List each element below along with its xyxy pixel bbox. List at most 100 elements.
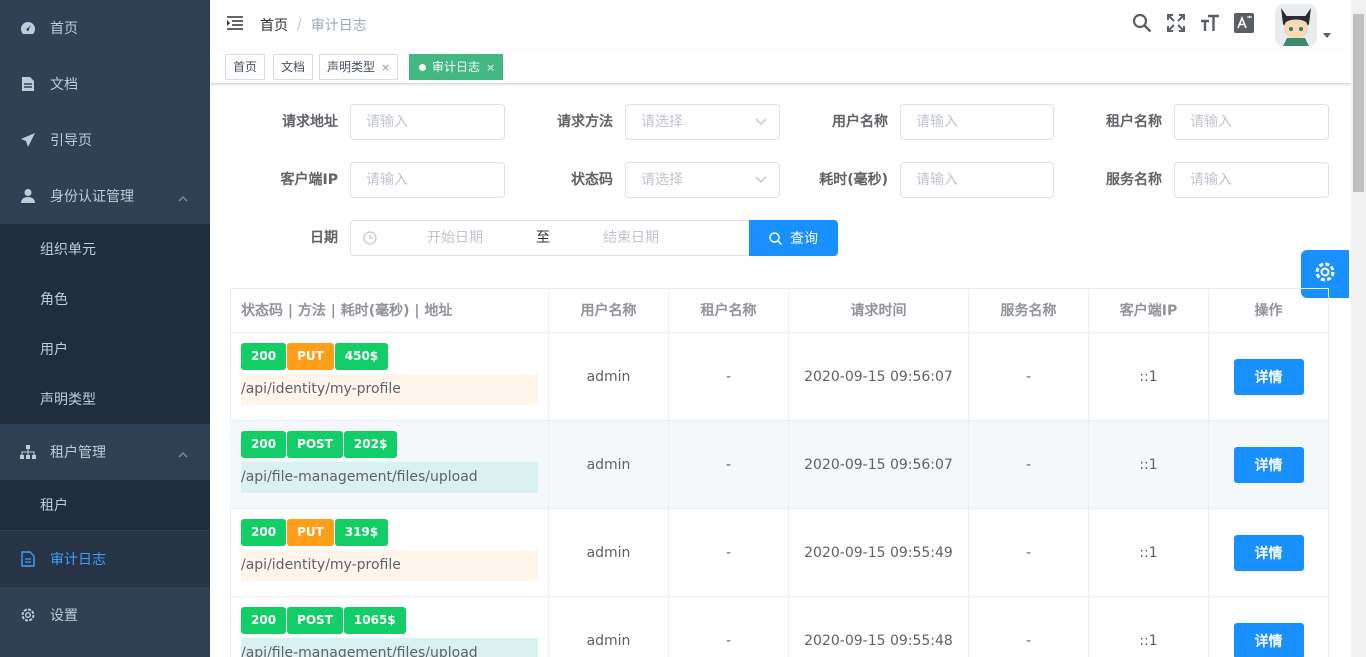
search-button[interactable]	[1125, 0, 1159, 50]
guide-icon	[20, 132, 36, 148]
method-badge: POST	[287, 607, 343, 634]
tenant-cell: -	[669, 597, 789, 657]
tag-audit-log[interactable]: 审计日志 ×	[409, 54, 504, 80]
time-cell: 2020-09-15 09:55:48	[789, 597, 969, 657]
table-row: 200 PUT 319$ /api/identity/my-profile admi…	[231, 509, 1328, 597]
tag-home[interactable]: 首页	[225, 54, 266, 80]
font-size-icon	[1200, 14, 1220, 36]
status-placeholder: 请选择	[641, 172, 683, 188]
fullscreen-button[interactable]	[1159, 0, 1193, 50]
size-select-button[interactable]	[1193, 0, 1227, 50]
user-input[interactable]: 请输入	[900, 104, 1054, 140]
caret-down-icon[interactable]	[1323, 26, 1331, 42]
end-date-input[interactable]: 结束日期	[603, 221, 659, 255]
user-cell: admin	[549, 421, 669, 509]
sidebar-item-identity[interactable]: 身份认证管理	[0, 168, 210, 224]
chevron-up-icon	[178, 446, 188, 462]
tag-docs[interactable]: 文档	[273, 54, 314, 80]
ip-input[interactable]: 请输入	[350, 162, 505, 198]
sidebar-item-home[interactable]: 首页	[0, 0, 210, 56]
breadcrumb-home[interactable]: 首页	[260, 15, 288, 35]
header-time: 请求时间	[789, 289, 969, 333]
hamburger-button[interactable]	[210, 0, 260, 50]
table-row: 200 POST 202$ /api/file-management/files/u…	[231, 421, 1328, 509]
document-icon	[20, 76, 36, 92]
ip-label: 客户端IP	[280, 172, 338, 188]
duration-badge: 1065$	[343, 607, 406, 634]
status-badge: 200	[241, 519, 287, 546]
sidebar-item-roles[interactable]: 角色	[0, 274, 210, 324]
service-placeholder: 请输入	[1190, 172, 1232, 188]
table-header: 状态码 | 方法 | 耗时(毫秒) | 地址 用户名称 租户名称 请求时间 服务…	[231, 289, 1328, 333]
sidebar-item-users[interactable]: 用户	[0, 324, 210, 374]
sidebar-item-org-units[interactable]: 组织单元	[0, 224, 210, 274]
action-cell: 详情	[1209, 333, 1328, 421]
service-cell: -	[969, 597, 1089, 657]
tag-label: 声明类型	[327, 60, 376, 74]
duration-label: 耗时(毫秒)	[819, 172, 888, 188]
service-cell: -	[969, 421, 1089, 509]
detail-button[interactable]: 详情	[1233, 359, 1304, 395]
status-method-cell: 200 PUT 450$ /api/identity/my-profile	[231, 333, 549, 421]
status-label: 状态码	[571, 172, 613, 188]
sidebar-item-settings[interactable]: 设置	[0, 587, 210, 643]
tag-label: 文档	[281, 60, 306, 74]
sidebar-item-tenants[interactable]: 租户管理	[0, 424, 210, 480]
chevron-down-icon	[755, 163, 767, 197]
tenant-cell: -	[669, 333, 789, 421]
detail-button[interactable]: 详情	[1233, 535, 1304, 571]
vertical-scrollbar[interactable]	[1351, 0, 1366, 657]
tag-claim-types[interactable]: 声明类型 ×	[319, 54, 399, 80]
sidebar-item-label: 引导页	[50, 133, 92, 149]
query-button[interactable]: 查询	[749, 220, 838, 256]
detail-button[interactable]: 详情	[1233, 447, 1304, 483]
right-menu	[1125, 0, 1351, 50]
url-input[interactable]: 请输入	[350, 104, 505, 140]
request-path: /api/identity/my-profile	[241, 374, 538, 405]
status-method-cell: 200 POST 202$ /api/file-management/files/u…	[231, 421, 549, 509]
query-label: 查询	[790, 231, 818, 247]
header-action: 操作	[1254, 303, 1283, 319]
sidebar-item-guide[interactable]: 引导页	[0, 112, 210, 168]
duration-input[interactable]: 请输入	[900, 162, 1054, 198]
date-range-picker[interactable]: 开始日期 至 结束日期	[350, 220, 750, 256]
close-icon[interactable]: ×	[381, 61, 390, 74]
user-cell: admin	[549, 597, 669, 657]
status-select[interactable]: 请选择	[625, 162, 780, 198]
sidebar-item-claim-types[interactable]: 声明类型	[0, 374, 210, 424]
duration-badge: 319$	[334, 519, 389, 546]
user-label: 用户名称	[832, 114, 888, 130]
method-select[interactable]: 请选择	[625, 104, 780, 140]
sidebar-item-label: 租户管理	[50, 445, 106, 461]
tenant-input[interactable]: 请输入	[1174, 104, 1329, 140]
avatar[interactable]	[1275, 4, 1317, 46]
tenant-submenu: 租户	[0, 480, 210, 530]
start-date-input[interactable]: 开始日期	[427, 221, 483, 255]
action-cell: 详情	[1209, 597, 1328, 657]
url-placeholder: 请输入	[366, 114, 408, 130]
service-cell: -	[969, 333, 1089, 421]
sidebar-item-audit-log[interactable]: 审计日志	[0, 531, 210, 587]
language-button[interactable]	[1227, 0, 1261, 50]
table-row: 200 PUT 450$ /api/identity/my-profile admi…	[231, 333, 1328, 421]
header-user: 用户名称	[549, 289, 669, 333]
close-icon[interactable]: ×	[486, 61, 495, 74]
log-icon	[20, 551, 36, 567]
method-placeholder: 请选择	[641, 114, 683, 130]
sidebar-item-docs[interactable]: 文档	[0, 56, 210, 112]
status-badge: 200	[241, 607, 287, 634]
chevron-down-icon	[755, 105, 767, 139]
tenant-cell: -	[669, 509, 789, 597]
service-label: 服务名称	[1106, 172, 1162, 188]
range-separator: 至	[536, 230, 550, 246]
detail-button[interactable]: 详情	[1233, 623, 1304, 657]
status-badge: 200	[241, 343, 287, 370]
service-input[interactable]: 请输入	[1174, 162, 1329, 198]
sidebar-item-tenant[interactable]: 租户	[0, 480, 210, 530]
service-cell: -	[969, 509, 1089, 597]
user-cell: admin	[549, 333, 669, 421]
request-path: /api/file-management/files/upload	[241, 462, 538, 493]
chevron-up-icon	[178, 190, 188, 206]
scrollbar-thumb[interactable]	[1353, 14, 1364, 192]
sidebar-item-label: 审计日志	[50, 552, 106, 568]
